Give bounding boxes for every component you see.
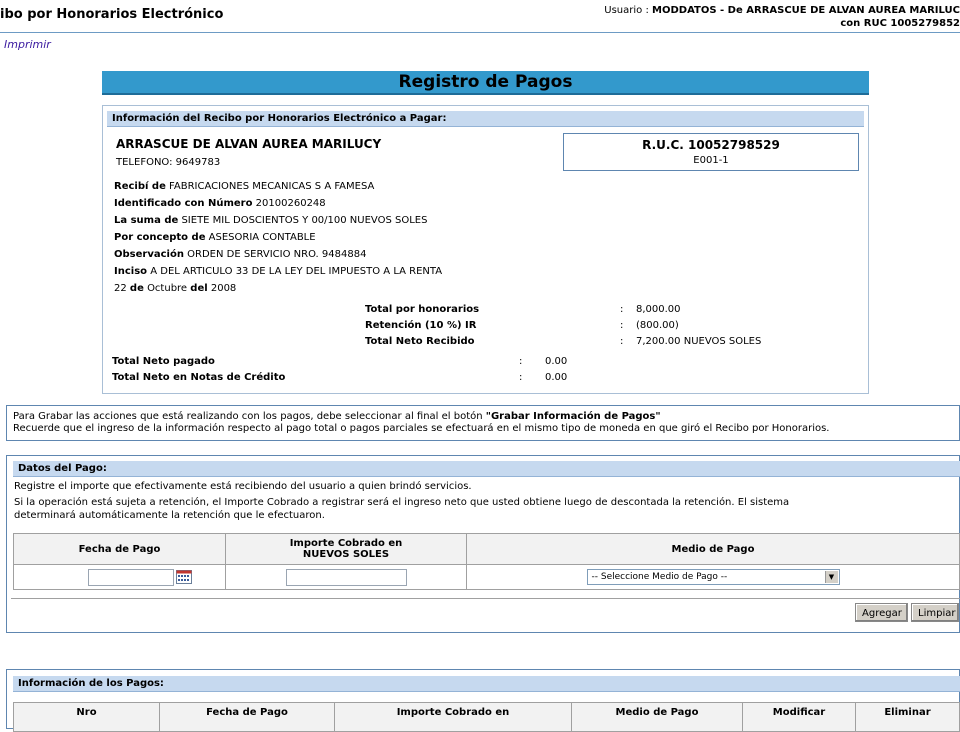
col-fecha: Fecha de Pago [159,702,335,732]
suma-row: La suma de SIETE MIL DOSCIENTOS Y 00/100… [114,215,427,226]
fecha-day: 22 [114,283,127,294]
observacion-label: Observación [114,249,184,260]
importe-cobrado-input[interactable] [285,568,407,586]
datos-pago-text1: Registre el importe que efectivamente es… [14,481,472,492]
col-importe-line2: NUEVOS SOLES [302,549,390,560]
col-importe-cobrado: Importe Cobrado en [334,702,572,732]
colon: : [620,336,624,347]
button-bar [11,598,960,627]
concepto-value: ASESORIA CONTABLE [208,232,316,243]
colon: : [620,320,624,331]
recibo-serie: E001-1 [693,155,729,166]
fecha-row: 22 de Octubre del 2008 [114,283,236,294]
observacion-value: ORDEN DE SERVICIO NRO. 9484884 [187,249,367,260]
observacion-row: Observación ORDEN DE SERVICIO NRO. 94848… [114,249,366,260]
notice-line1-bold: "Grabar Información de Pagos" [485,411,661,422]
datos-pago-title: Datos del Pago: [13,461,960,477]
page-title: Registro de Pagos [102,71,869,95]
importe-cell [225,564,467,590]
colon: : [519,356,523,367]
inciso-label: Inciso [114,266,148,277]
limpiar-button[interactable]: Limpiar [911,603,959,622]
medio-cell: -- Seleccione Medio de Pago -- ▼ [466,564,960,590]
total-honorarios-label: Total por honorarios [365,304,480,315]
recibi-row: Recibí de FABRICACIONES MECANICAS S A FA… [114,181,374,192]
datos-pago-text2: Si la operación está sujeta a retención,… [14,497,790,508]
ruc-box: R.U.C. 10052798529 E001-1 [563,133,859,171]
pago-form-table: Fecha de Pago Importe Cobrado en NUEVOS … [13,533,960,590]
inciso-row: Inciso A DEL ARTICULO 33 DE LA LEY DEL I… [114,266,442,277]
identificado-label: Identificado con Número [114,198,253,209]
identificado-row: Identificado con Número 20100260248 [114,198,326,209]
fecha-year: 2008 [210,283,237,294]
identificado-value: 20100260248 [255,198,326,209]
datos-pago-text3: determinará automáticamente la retención… [14,510,325,521]
retencion-label: Retención (10 %) IR [365,320,477,331]
user-info: Usuario : MODDATOS - De ARRASCUE DE ALVA… [604,4,960,30]
top-bar: ibo por Honorarios Electrónico Usuario :… [0,0,960,33]
col-medio-pago: Medio de Pago [466,533,960,565]
user-ruc: con RUC 1005279852 [840,18,960,29]
colon: : [620,304,624,315]
chevron-down-icon[interactable]: ▼ [824,571,838,583]
app-title: ibo por Honorarios Electrónico [0,7,224,22]
recibi-label: Recibí de [114,181,166,192]
col-fecha-pago: Fecha de Pago [13,533,226,565]
user-label: Usuario : [604,5,649,16]
col-medio: Medio de Pago [571,702,743,732]
emisor-telefono: TELEFONO: 9649783 [116,157,221,168]
col-importe-line1: Importe Cobrado en [289,538,403,549]
total-neto-recibido-value: 7,200.00 NUEVOS SOLES [636,336,762,347]
recibi-value: FABRICACIONES MECANICAS S A FAMESA [169,181,375,192]
total-neto-notas-label: Total Neto en Notas de Crédito [112,372,286,383]
fecha-month: Octubre [147,283,188,294]
fecha-pago-input[interactable] [87,568,174,586]
concepto-row: Por concepto de ASESORIA CONTABLE [114,232,316,243]
total-neto-recibido-label: Total Neto Recibido [365,336,475,347]
fecha-del: del [190,283,208,294]
calendar-icon[interactable] [175,570,192,584]
notice-panel: Para Grabar las acciones que está realiz… [6,405,960,441]
col-eliminar: Eliminar [855,702,960,732]
retencion-value: (800.00) [636,320,679,331]
emisor-name: ARRASCUE DE ALVAN AUREA MARILUCY [116,137,382,151]
total-neto-pagado-value: 0.00 [545,356,568,367]
user-value: MODDATOS - De ARRASCUE DE ALVAN AUREA MA… [652,5,960,16]
col-nro: Nro [13,702,160,732]
col-modificar: Modificar [742,702,856,732]
total-honorarios-value: 8,000.00 [636,304,681,315]
pagos-table: Nro Fecha de Pago Importe Cobrado en Med… [13,702,960,732]
notice-line2: Recuerde que el ingreso de la informació… [13,423,830,434]
colon: : [519,372,523,383]
col-importe: Importe Cobrado en NUEVOS SOLES [225,533,467,565]
suma-value: SIETE MIL DOSCIENTOS Y 00/100 NUEVOS SOL… [181,215,428,226]
medio-pago-select[interactable]: -- Seleccione Medio de Pago -- ▼ [586,569,840,585]
recibo-section-title: Información del Recibo por Honorarios El… [107,111,864,127]
total-neto-pagado-label: Total Neto pagado [112,356,215,367]
ruc-value: R.U.C. 10052798529 [642,138,780,152]
notice-line1: Para Grabar las acciones que está realiz… [13,411,483,422]
print-link[interactable]: Imprimir [4,38,51,51]
agregar-button[interactable]: Agregar [855,603,908,622]
suma-label: La suma de [114,215,179,226]
fecha-de: de [129,283,144,294]
fecha-cell [13,564,226,590]
info-pagos-title: Información de los Pagos: [13,676,960,692]
inciso-value: A DEL ARTICULO 33 DE LA LEY DEL IMPUESTO… [150,266,443,277]
medio-pago-selected: -- Seleccione Medio de Pago -- [591,572,728,582]
total-neto-notas-value: 0.00 [545,372,568,383]
concepto-label: Por concepto de [114,232,206,243]
